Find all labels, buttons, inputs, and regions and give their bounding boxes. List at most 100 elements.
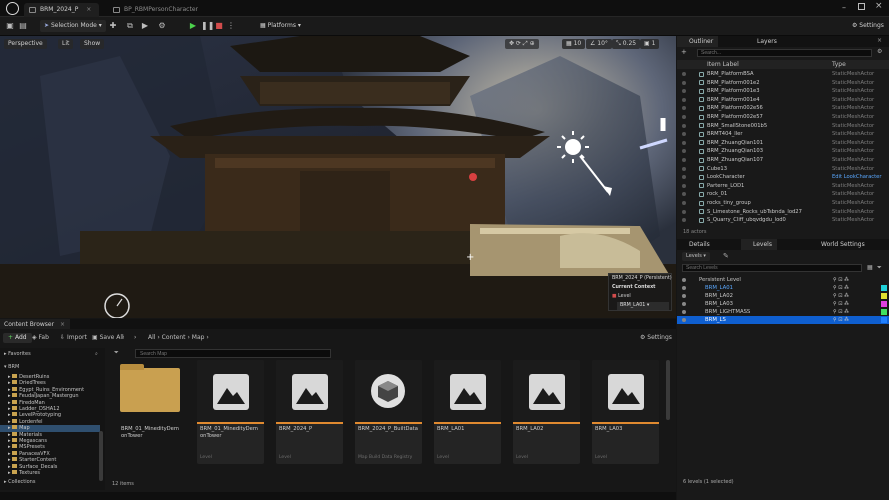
- collections-header[interactable]: ▸ Collections: [4, 479, 35, 485]
- visibility-icon[interactable]: [682, 310, 686, 314]
- outliner-row[interactable]: BRM_Platform002e56 StaticMeshActor: [677, 104, 889, 112]
- lock-icon[interactable]: ⚲ ⊡ ⁂: [833, 300, 849, 308]
- tab-outliner[interactable]: Outliner: [677, 36, 719, 47]
- visibility-icon[interactable]: [682, 183, 686, 188]
- outliner-row[interactable]: rocks_tiny_group StaticMeshActor: [677, 199, 889, 207]
- asset-tile[interactable]: BRM_LA02 Level: [513, 360, 580, 464]
- outliner-row[interactable]: BRM_Platform001e4 StaticMeshActor: [677, 96, 889, 104]
- add-actor-icon[interactable]: ✚: [108, 21, 118, 31]
- browse-icon[interactable]: ▤: [18, 21, 28, 31]
- level-row[interactable]: Persistent Level ⚲ ⊡ ⁂: [677, 276, 889, 284]
- transform-tools[interactable]: ✥ ⟳ ⤢ ⊕: [505, 39, 539, 49]
- outliner-row[interactable]: S_Quarry_Cliff_ubqvdgdu_lod0 StaticMeshAc…: [677, 216, 889, 224]
- visibility-icon[interactable]: [682, 166, 686, 171]
- outliner-row[interactable]: LookCharacter Edit LookCharacter: [677, 173, 889, 181]
- level-color-swatch[interactable]: [881, 309, 887, 315]
- outliner-row[interactable]: rock_01 StaticMeshActor: [677, 190, 889, 198]
- scale-snap-button[interactable]: ⤡ 0.25: [612, 39, 641, 49]
- tab-levels[interactable]: Levels: [741, 239, 777, 250]
- rotation-snap-button[interactable]: ∠ 10°: [586, 39, 612, 49]
- tab-world-settings[interactable]: World Settings: [809, 239, 870, 250]
- play-options-icon[interactable]: ⋮: [226, 21, 236, 31]
- outliner-row[interactable]: BRM_SmallStone001b5 StaticMeshActor: [677, 122, 889, 130]
- visibility-icon[interactable]: [682, 286, 686, 290]
- visibility-icon[interactable]: [682, 294, 686, 298]
- visibility-icon[interactable]: [682, 89, 686, 94]
- close-icon[interactable]: ×: [86, 6, 91, 13]
- minimize-icon[interactable]: –: [842, 3, 846, 12]
- favorites-header[interactable]: ▸ Favorites: [4, 351, 31, 357]
- play-icon[interactable]: ▶: [188, 21, 198, 31]
- col-item-label[interactable]: Item Label: [707, 61, 739, 68]
- levels-search-input[interactable]: [682, 264, 862, 272]
- visibility-icon[interactable]: [682, 192, 686, 197]
- save-icon[interactable]: ▣: [5, 21, 15, 31]
- visibility-icon[interactable]: [682, 72, 686, 76]
- visibility-icon[interactable]: [682, 302, 686, 306]
- close-icon[interactable]: ×: [60, 321, 65, 328]
- outliner-row[interactable]: Parterre_LOD1 StaticMeshActor: [677, 182, 889, 190]
- folder-item[interactable]: ▸ Textures: [0, 470, 100, 476]
- cinematics-icon[interactable]: ▶: [140, 21, 150, 31]
- outliner-row[interactable]: BRM_Platform001e3 StaticMeshActor: [677, 87, 889, 95]
- asset-tile[interactable]: BRM_2024_P_BuiltData Map Build Data Regis…: [355, 360, 422, 464]
- outliner-row[interactable]: BRM_PlatformBSA StaticMeshActor: [677, 70, 889, 78]
- pause-icon[interactable]: ❚❚: [201, 21, 214, 31]
- gear-icon[interactable]: ⚙: [877, 48, 882, 55]
- paint-icon[interactable]: ✎: [723, 252, 729, 260]
- tree-scrollbar[interactable]: [99, 431, 103, 481]
- lock-icon[interactable]: ⚲ ⊡ ⁂: [833, 276, 849, 284]
- add-icon[interactable]: +: [681, 49, 689, 56]
- tab-bp-person-character[interactable]: BP_RBMPersonCharacter: [108, 3, 206, 17]
- visibility-icon[interactable]: [682, 80, 686, 85]
- level-color-swatch[interactable]: [881, 317, 887, 323]
- level-row[interactable]: BRM_LA01 ⚲ ⊡ ⁂: [677, 284, 889, 292]
- tab-brm-2024-p[interactable]: BRM_2024_P ×: [24, 3, 100, 17]
- maximize-icon[interactable]: [858, 3, 865, 10]
- grid-snap-button[interactable]: ▦ 10: [562, 39, 586, 49]
- blueprint-menu-icon[interactable]: ⧉: [125, 21, 135, 31]
- platforms-button[interactable]: ▦ Platforms ▾: [256, 20, 305, 32]
- search-icon[interactable]: ⌕: [95, 351, 98, 357]
- level-row[interactable]: BRM_LIGHTMASS ⚲ ⊡ ⁂: [677, 308, 889, 316]
- outliner-row[interactable]: BRM_ZhuangQian103 StaticMeshActor: [677, 147, 889, 155]
- filter-icon[interactable]: ⏷: [877, 264, 882, 272]
- lock-icon[interactable]: ⚲ ⊡ ⁂: [833, 316, 849, 324]
- level-color-swatch[interactable]: [881, 285, 887, 291]
- outliner-row[interactable]: BRMT404_ller StaticMeshActor: [677, 130, 889, 138]
- lock-icon[interactable]: ⚲ ⊡ ⁂: [833, 308, 849, 316]
- level-color-swatch[interactable]: [881, 301, 887, 307]
- asset-tile[interactable]: BRM_01_MinedityDemonTower Level: [197, 360, 264, 464]
- asset-tile[interactable]: BRM_LA03 Level: [592, 360, 659, 464]
- viewport-menu-icon[interactable]: [4, 39, 14, 49]
- root-folder[interactable]: ▾ BRM: [4, 364, 19, 370]
- visibility-icon[interactable]: [682, 97, 686, 102]
- unreal-logo-icon[interactable]: [6, 2, 19, 15]
- level-row[interactable]: BRM_LA02 ⚲ ⊡ ⁂: [677, 292, 889, 300]
- grid-icon[interactable]: ▦: [867, 264, 873, 271]
- asset-scrollbar[interactable]: [666, 360, 670, 420]
- camera-speed-button[interactable]: ▣ 1: [640, 39, 660, 49]
- asset-tile[interactable]: BRM_2024_P Level: [276, 360, 343, 464]
- lock-icon[interactable]: ⚲ ⊡ ⁂: [833, 292, 849, 300]
- level-row[interactable]: BRM_LS ⚲ ⊡ ⁂: [677, 316, 889, 324]
- add-button[interactable]: + Add: [3, 333, 32, 343]
- show-button[interactable]: Show: [80, 39, 105, 49]
- outliner-row[interactable]: Cube13 StaticMeshActor: [677, 165, 889, 173]
- lock-icon[interactable]: ⚲ ⊡ ⁂: [833, 284, 849, 292]
- lit-button[interactable]: Lit: [58, 39, 74, 49]
- col-type[interactable]: Type: [832, 61, 846, 68]
- asset-tile[interactable]: BRM_LA01 Level: [434, 360, 501, 464]
- visibility-icon[interactable]: [682, 140, 686, 145]
- close-window-icon[interactable]: ×: [875, 1, 883, 11]
- tab-content-browser[interactable]: Content Browser ×: [0, 319, 71, 329]
- visibility-icon[interactable]: [682, 158, 686, 162]
- settings-button[interactable]: ⚙ Settings: [848, 20, 888, 32]
- tab-layers[interactable]: Layers: [745, 36, 782, 47]
- selection-mode-button[interactable]: ➤ Selection Mode ▾: [40, 20, 106, 32]
- outliner-search-input[interactable]: [697, 49, 872, 57]
- level-dropdown[interactable]: BRM_LA01 ▾: [617, 302, 669, 310]
- visibility-icon[interactable]: [682, 106, 686, 111]
- visibility-icon[interactable]: [682, 218, 686, 223]
- visibility-icon[interactable]: [682, 149, 686, 154]
